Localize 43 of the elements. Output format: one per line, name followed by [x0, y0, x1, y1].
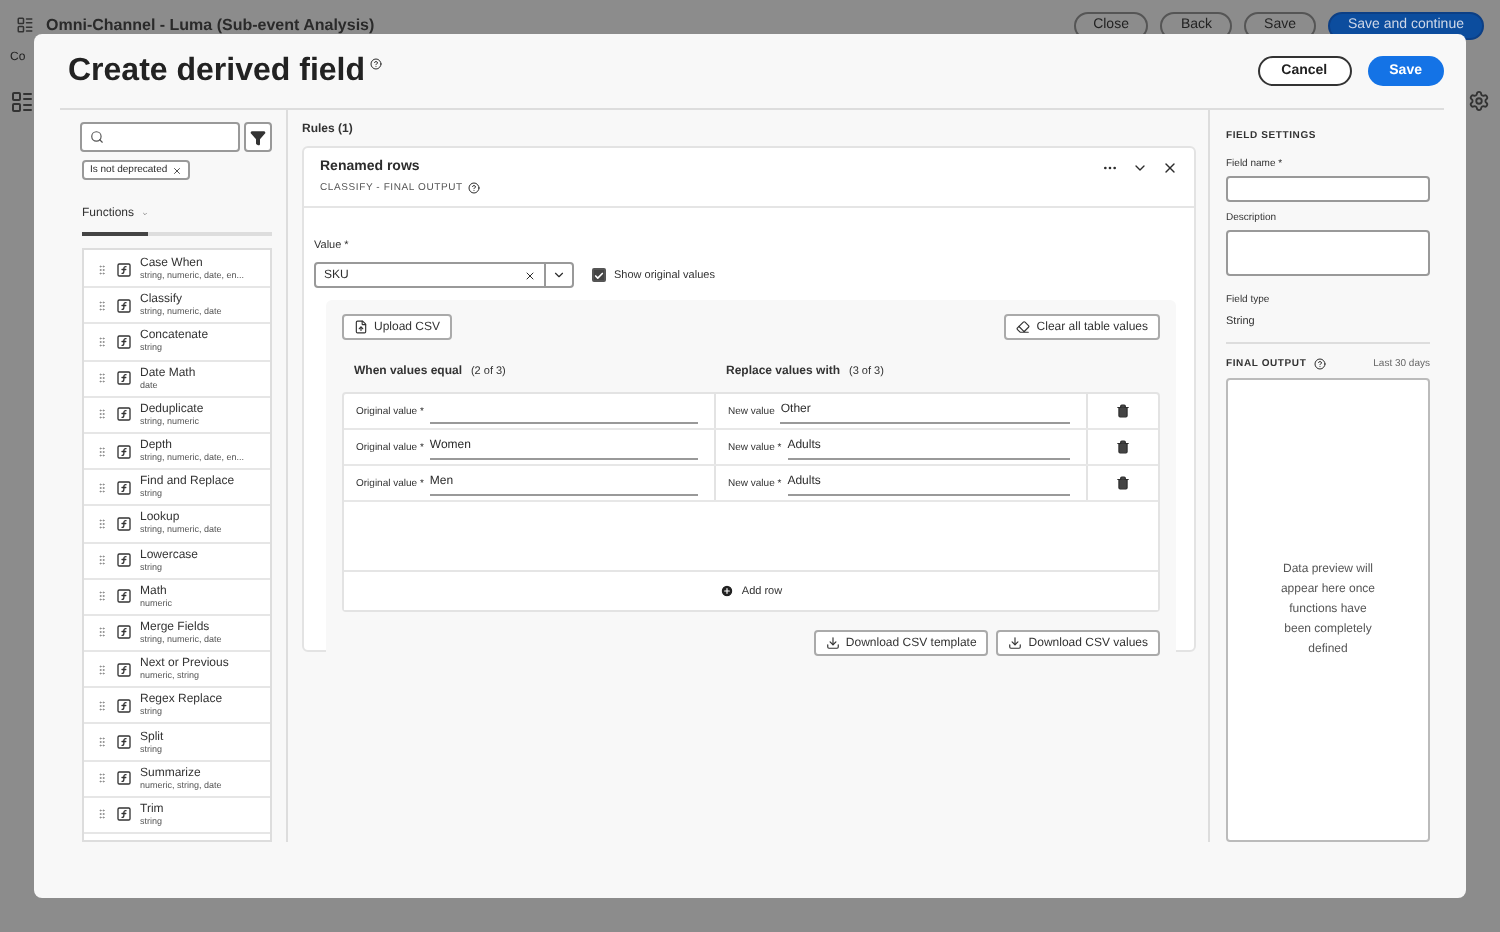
filter-button[interactable]	[244, 122, 272, 152]
function-icon	[116, 552, 132, 569]
trash-icon[interactable]	[1116, 404, 1130, 418]
trash-icon[interactable]	[1116, 476, 1130, 490]
function-icon	[116, 770, 132, 787]
function-icon	[116, 734, 132, 751]
function-icon	[116, 370, 132, 387]
function-icon	[116, 297, 132, 314]
function-icon	[116, 661, 132, 678]
function-icon	[116, 588, 132, 605]
help-icon[interactable]	[468, 182, 481, 194]
function-icon	[116, 806, 132, 823]
panel-icon[interactable]	[10, 90, 34, 114]
file-icon	[354, 320, 368, 334]
plus-icon	[719, 584, 734, 598]
function-icon	[116, 515, 132, 532]
help-icon[interactable]	[369, 57, 381, 69]
checkbox[interactable]	[592, 268, 606, 282]
field-name-input[interactable]	[1226, 176, 1430, 202]
function-icon	[116, 261, 132, 278]
download-icon	[1008, 636, 1023, 650]
settings-icon[interactable]	[1468, 90, 1490, 112]
description-input[interactable]	[1226, 230, 1430, 276]
function-icon	[116, 624, 132, 641]
help-icon[interactable]	[1314, 358, 1327, 370]
clear-icon[interactable]	[524, 269, 536, 281]
function-icon	[116, 333, 132, 350]
search-field[interactable]	[80, 122, 240, 152]
filter-icon	[250, 129, 266, 145]
function-icon	[116, 479, 132, 496]
dialog-title: Create derived field	[68, 53, 365, 89]
function-icon	[116, 697, 132, 714]
function-icon	[116, 443, 132, 460]
function-icon	[116, 406, 132, 423]
close-icon[interactable]	[1162, 160, 1178, 176]
download-icon	[825, 636, 840, 650]
search-icon	[90, 130, 104, 144]
app-icon	[16, 16, 34, 34]
trash-icon[interactable]	[1116, 440, 1130, 454]
chevron-icon	[552, 268, 566, 282]
eraser-icon	[1016, 320, 1031, 334]
chevron-icon[interactable]	[1132, 160, 1148, 176]
breadcrumb-title: Omni-Channel - Luma (Sub-event Analysis)	[46, 16, 377, 34]
